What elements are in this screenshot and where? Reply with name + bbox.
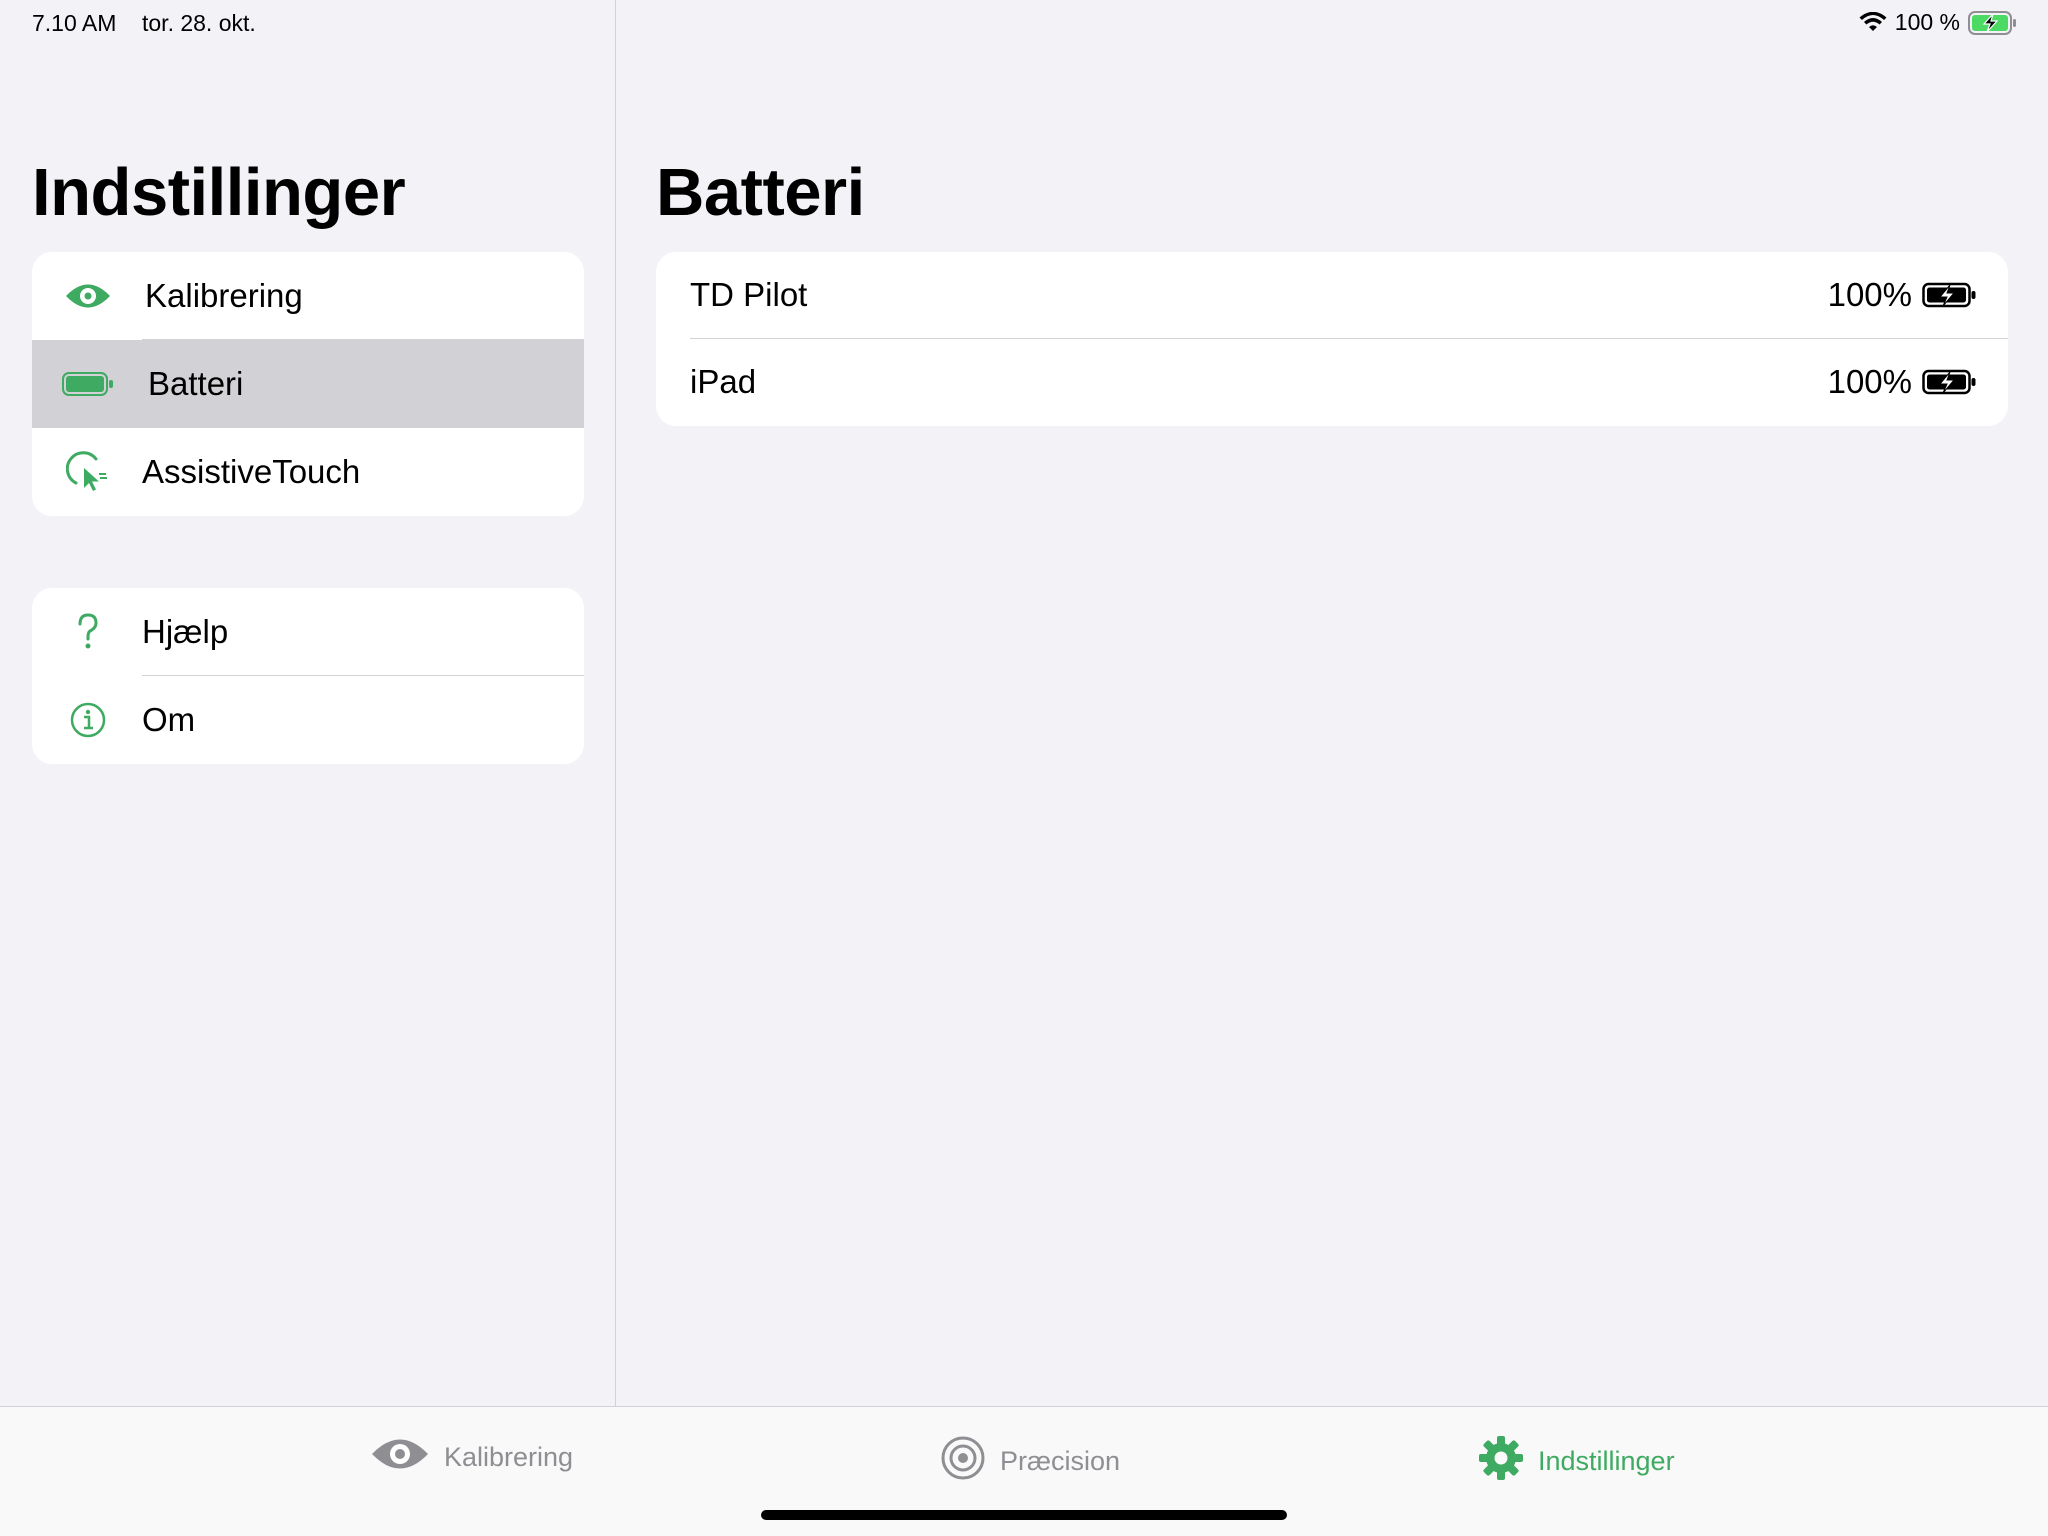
sidebar-item-hjaelp[interactable]: Hjælp — [32, 588, 584, 676]
tab-label: Indstillinger — [1538, 1446, 1675, 1476]
sidebar-title: Indstillinger — [32, 155, 406, 230]
screen: 7.10 AM tor. 28. okt. 100 % Indstillinge… — [0, 0, 2048, 1536]
split-divider — [615, 0, 616, 1406]
battery-list: TD Pilot 100% iPad 100% — [656, 252, 2008, 426]
battery-charging-icon — [1922, 369, 1978, 400]
status-date: tor. 28. okt. — [142, 10, 256, 36]
sidebar-item-om[interactable]: Om — [32, 676, 584, 764]
sidebar-item-label: Kalibrering — [145, 277, 303, 314]
status-battery-percent: 100 % — [1894, 9, 1960, 35]
sidebar-item-kalibrering[interactable]: Kalibrering — [32, 252, 584, 340]
sidebar-item-label: Hjælp — [142, 613, 229, 650]
battery-row-td-pilot: TD Pilot 100% — [656, 252, 2008, 339]
status-time: 7.10 AM — [32, 10, 117, 36]
sidebar-item-label: Om — [142, 701, 196, 738]
device-name: iPad — [690, 363, 757, 400]
eye-icon — [60, 268, 116, 324]
wifi-icon — [1859, 11, 1887, 34]
tab-kalibrering[interactable]: Kalibrering — [370, 1435, 573, 1480]
sidebar-item-label: AssistiveTouch — [142, 453, 361, 490]
battery-charging-icon — [1922, 282, 1978, 313]
gear-icon — [1478, 1435, 1524, 1488]
assistive-touch-icon — [60, 444, 116, 500]
tab-label: Kalibrering — [444, 1442, 574, 1472]
eye-icon — [370, 1435, 430, 1480]
sidebar-group-info: Hjælp Om — [32, 588, 584, 764]
sidebar-group-main: Kalibrering Batteri AssistiveTouch — [32, 252, 584, 516]
info-icon — [60, 692, 116, 748]
battery-icon — [60, 356, 116, 412]
tab-indstillinger[interactable]: Indstillinger — [1478, 1435, 1675, 1488]
question-icon — [60, 604, 116, 660]
sidebar-item-assistivetouch[interactable]: AssistiveTouch — [32, 428, 584, 516]
battery-level: 100% — [1827, 276, 1912, 313]
device-name: TD Pilot — [690, 276, 808, 313]
tab-praecision[interactable]: Præcision — [940, 1435, 1120, 1488]
sidebar-item-label: Batteri — [148, 365, 244, 402]
status-battery-icon — [1968, 10, 2018, 36]
battery-level: 100% — [1827, 363, 1912, 400]
status-bar: 7.10 AM tor. 28. okt. 100 % — [0, 0, 2048, 48]
sidebar-item-batteri[interactable]: Batteri — [32, 340, 584, 428]
tab-label: Præcision — [1000, 1446, 1121, 1476]
detail-title: Batteri — [656, 155, 865, 230]
target-icon — [940, 1435, 986, 1488]
battery-row-ipad: iPad 100% — [656, 339, 2008, 426]
status-indicators: 100 % — [1859, 9, 2018, 36]
home-indicator[interactable] — [761, 1510, 1287, 1520]
